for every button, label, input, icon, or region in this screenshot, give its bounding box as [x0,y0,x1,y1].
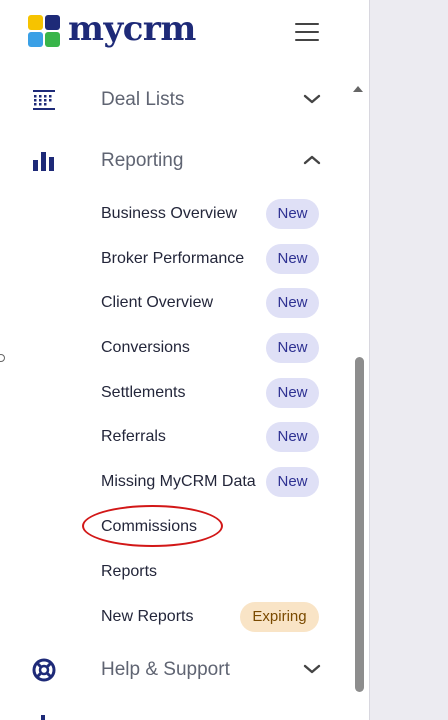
sub-item-referrals[interactable]: Referrals New [0,420,345,456]
sub-item-label: Missing MyCRM Data [101,473,256,490]
new-badge: New [266,467,319,497]
sub-item-business-overview[interactable]: Business Overview New [0,197,345,233]
sub-item-label: Conversions [101,339,190,356]
sub-item-label: Reports [101,563,158,580]
bar-chart-icon [33,152,54,171]
sub-item-client-overview[interactable]: Client Overview New [0,286,345,322]
sub-item-label: Client Overview [101,294,214,311]
nav-item-deal-lists[interactable]: Deal Lists [0,78,345,122]
new-badge: New [266,333,319,363]
sidebar: mycrm Deal Lists Reporting Business Over… [0,0,369,720]
nav-label-help-support: Help & Support [101,659,230,680]
nav-label-deal-lists: Deal Lists [101,89,185,110]
sub-item-reports[interactable]: Reports [0,555,345,591]
nav-label-reporting: Reporting [101,150,184,171]
chevron-up-icon[interactable] [303,154,321,166]
new-badge: New [266,244,319,274]
logo-text: mycrm [68,9,196,49]
expiring-badge: Expiring [240,602,319,632]
highlight-annotation [82,505,223,547]
sub-item-conversions[interactable]: Conversions New [0,331,345,367]
main-content-area [369,0,448,720]
nav-item-help-support[interactable]: Help & Support [0,648,345,692]
nav-item-reporting[interactable]: Reporting [0,139,345,183]
list-grid-icon [33,90,55,110]
new-badge: New [266,199,319,229]
chevron-down-icon[interactable] [303,93,321,105]
logo-mark-icon [28,15,62,49]
new-badge: New [266,288,319,318]
lifebuoy-icon [32,658,56,682]
sub-item-broker-performance[interactable]: Broker Performance New [0,242,345,278]
hamburger-menu-icon[interactable] [295,23,319,41]
sub-item-label: Settlements [101,384,186,401]
partial-nav-icon [41,715,45,720]
new-badge: New [266,378,319,408]
sub-item-missing-mycrm-data[interactable]: Missing MyCRM Data New [0,465,345,501]
scroll-up-arrow-icon[interactable] [352,84,364,94]
logo[interactable]: mycrm [28,12,196,52]
sub-item-settlements[interactable]: Settlements New [0,376,345,412]
new-badge: New [266,422,319,452]
sub-item-new-reports[interactable]: New Reports Expiring [0,600,345,636]
scrollbar-thumb[interactable] [355,357,364,692]
sub-item-label: Broker Performance [101,250,245,267]
sub-item-label: Referrals [101,428,166,445]
sub-item-label: Business Overview [101,205,238,222]
chevron-down-icon[interactable] [303,663,321,675]
sub-item-label: New Reports [101,608,194,625]
